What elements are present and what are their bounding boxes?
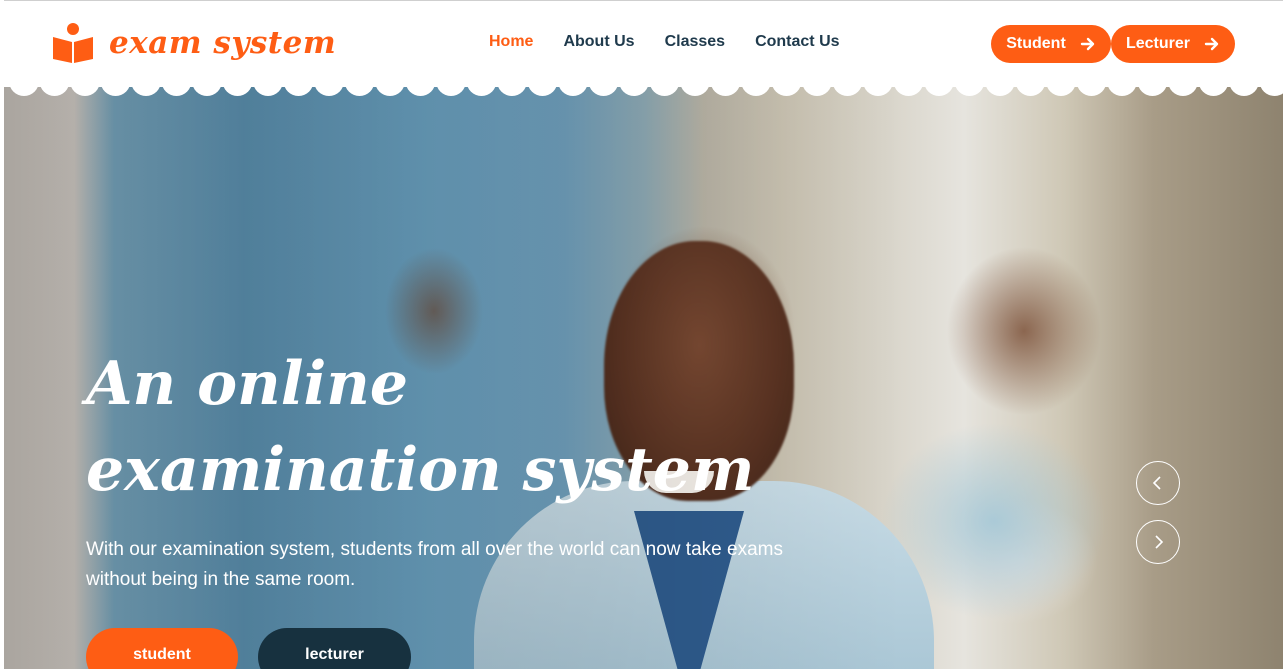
logo[interactable]: exam system (51, 21, 336, 65)
lecturer-header-button[interactable]: Lecturer (1111, 25, 1235, 63)
site-header: exam system Home About Us Classes Contac… (4, 1, 1283, 87)
nav-item-home[interactable]: Home (489, 33, 533, 51)
hero-description: With our examination system, students fr… (86, 539, 783, 590)
page-frame: exam system Home About Us Classes Contac… (4, 0, 1283, 669)
hero-lecturer-button[interactable]: lecturer (258, 628, 411, 669)
hero-student-button-label: student (133, 646, 191, 663)
logo-text: exam system (109, 25, 337, 61)
nav-item-classes[interactable]: Classes (665, 33, 726, 51)
chevron-left-icon (1152, 476, 1161, 490)
carousel-prev-button[interactable] (1136, 461, 1180, 505)
student-header-button-label: Student (1006, 35, 1066, 52)
book-reader-icon (53, 23, 93, 63)
chevron-right-icon (1155, 535, 1164, 549)
arrow-right-icon (1080, 37, 1094, 51)
hero-title: An online examination system (86, 349, 755, 505)
student-header-button[interactable]: Student (991, 25, 1111, 63)
carousel-next-button[interactable] (1136, 520, 1180, 564)
nav-item-contact-us[interactable]: Contact Us (755, 33, 839, 51)
arrow-right-icon (1204, 37, 1219, 51)
hero-student-button[interactable]: student (86, 628, 238, 669)
hero-lecturer-button-label: lecturer (305, 646, 364, 663)
lecturer-header-button-label: Lecturer (1125, 35, 1191, 52)
main-nav: Home About Us Classes Contact Us (489, 33, 840, 51)
nav-item-about-us[interactable]: About Us (563, 33, 634, 51)
